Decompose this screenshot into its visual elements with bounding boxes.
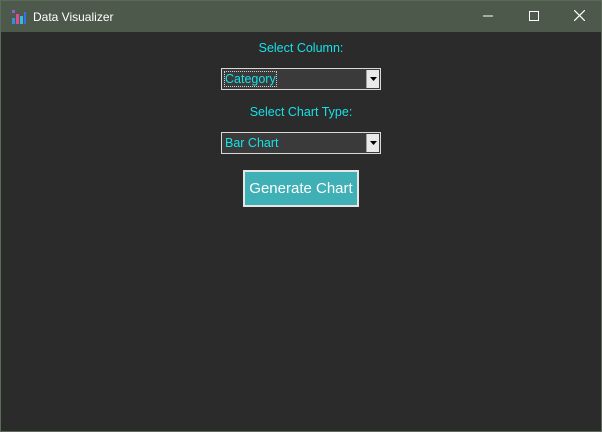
column-select[interactable]: Category — [221, 68, 381, 90]
chevron-down-icon[interactable] — [366, 134, 379, 152]
bar-chart-app-icon — [11, 9, 27, 25]
generate-chart-button[interactable]: Generate Chart — [243, 170, 359, 207]
chart-type-select[interactable]: Bar Chart — [221, 132, 381, 154]
minimize-button[interactable] — [465, 1, 511, 32]
minimize-icon — [483, 8, 493, 26]
column-select-value: Category — [224, 71, 277, 87]
select-column-label: Select Column: — [258, 41, 344, 55]
maximize-icon — [529, 8, 539, 26]
maximize-button[interactable] — [511, 1, 557, 32]
select-chart-type-label: Select Chart Type: — [249, 105, 353, 119]
window-title: Data Visualizer — [33, 10, 114, 24]
title-bar[interactable]: Data Visualizer — [1, 1, 601, 32]
close-icon — [573, 8, 585, 26]
main-panel: Select Column: Category Select Chart Typ… — [1, 32, 601, 431]
chart-type-select-value: Bar Chart — [225, 136, 279, 150]
close-button[interactable] — [556, 1, 602, 32]
app-window: Data Visualizer Select Column: Category … — [0, 0, 602, 432]
chevron-down-icon[interactable] — [366, 70, 379, 88]
